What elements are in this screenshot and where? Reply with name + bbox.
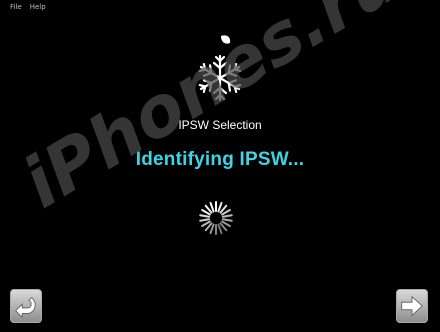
next-button[interactable] [396, 289, 428, 323]
loading-spinner-icon [199, 201, 233, 235]
menu-help[interactable]: Help [22, 3, 46, 11]
page-title: IPSW Selection [178, 118, 262, 132]
back-arrow-icon [15, 296, 36, 319]
status-text: Identifying IPSW... [135, 149, 305, 170]
forward-arrow-icon [401, 295, 424, 317]
menu-bar: File Help [0, 0, 440, 13]
back-button[interactable] [10, 289, 42, 323]
apple-snowflake-icon [196, 35, 246, 102]
menu-file[interactable]: File [0, 3, 22, 11]
